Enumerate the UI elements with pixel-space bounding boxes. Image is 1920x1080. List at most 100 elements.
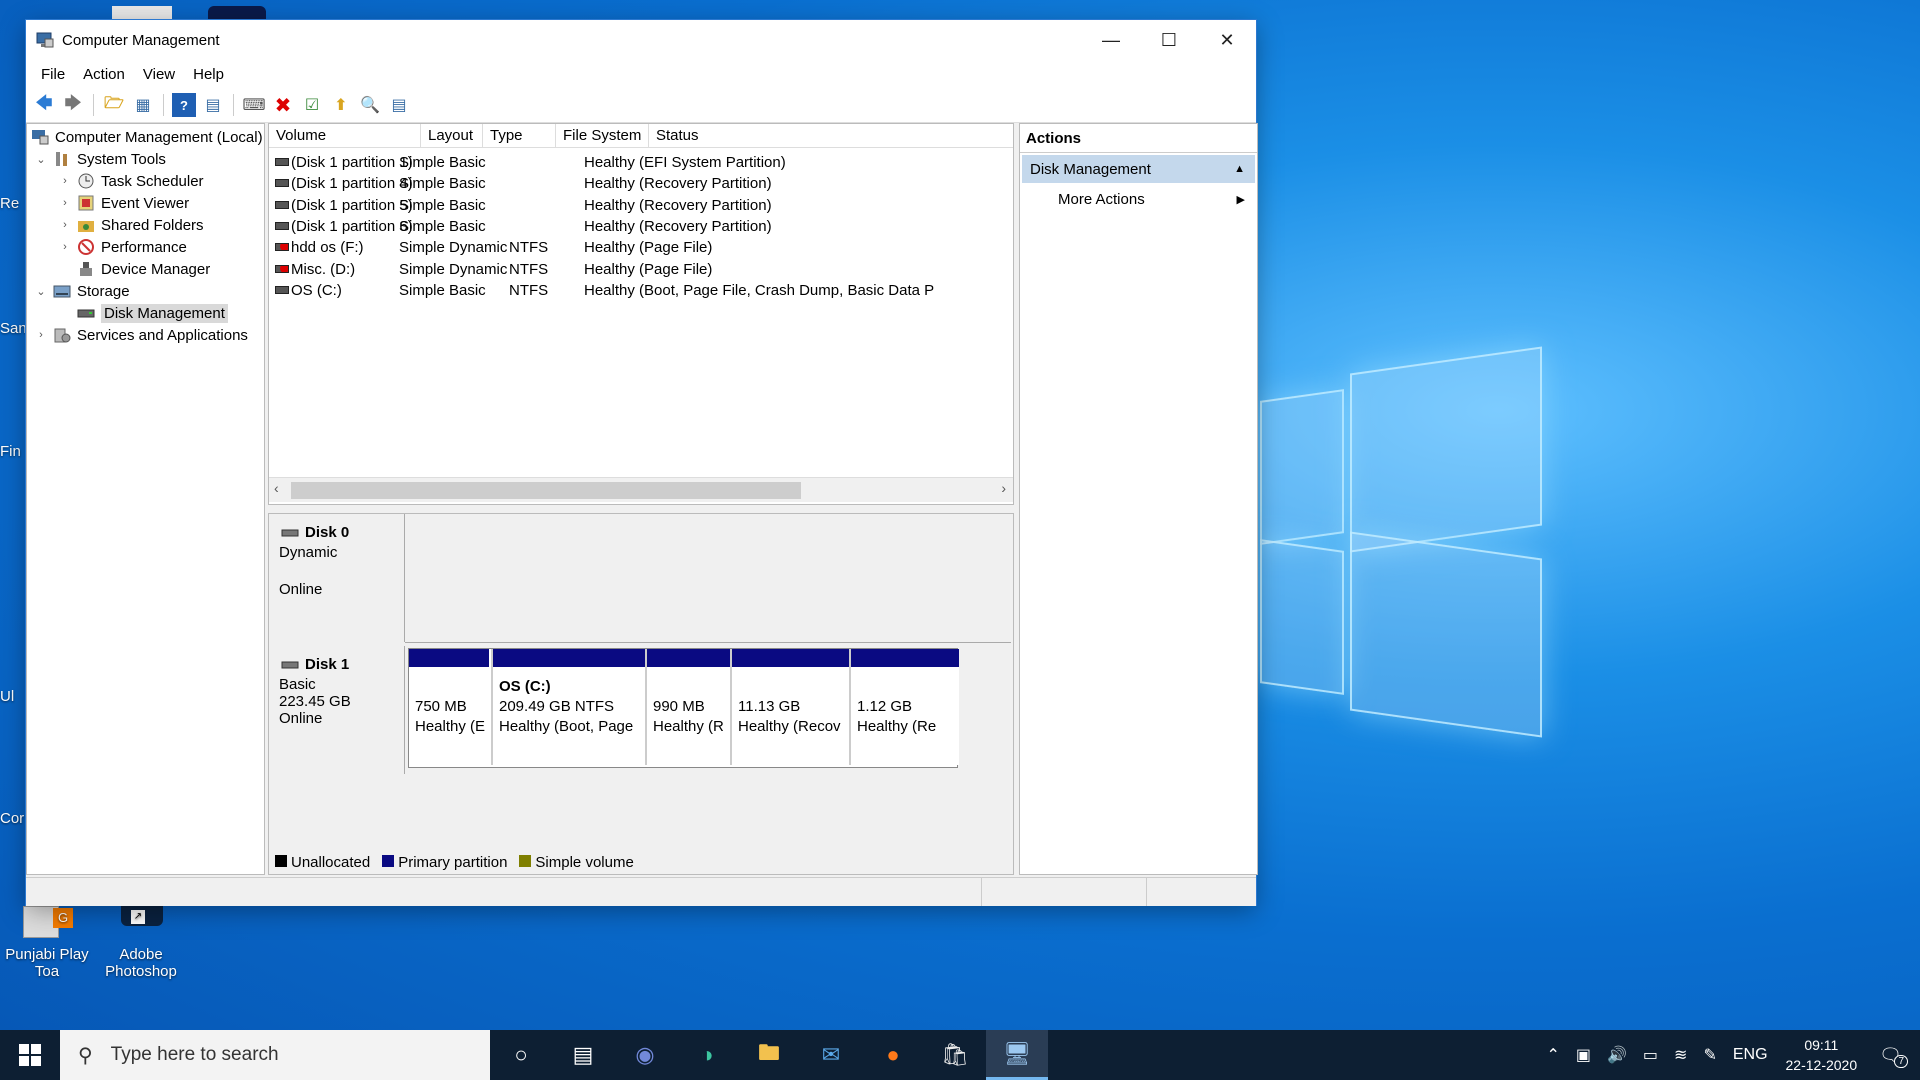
tree-device-manager[interactable]: Device Manager [59,258,210,280]
cell-status: Healthy (EFI System Partition) [584,154,786,171]
firefox-icon[interactable]: ● [862,1030,924,1080]
desktop-icon-top-1[interactable] [112,6,172,20]
desktop-label-2[interactable]: San [0,320,27,337]
chevron-up-icon[interactable]: ⌃ [1546,1045,1559,1065]
disk1-label[interactable]: Disk 1 Basic 223.45 GB Online [269,646,405,774]
language-indicator[interactable]: ENG [1733,1046,1768,1064]
actions-header: Actions [1020,124,1257,153]
scroll-right-icon[interactable]: › [1001,480,1006,496]
disk1-partition-3[interactable]: 990 MB Healthy (R [645,649,730,765]
cell-fs: NTFS [509,281,549,299]
properties-icon[interactable]: ☑ [300,93,324,117]
scroll-thumb[interactable] [291,482,801,499]
chevron-right-icon[interactable]: › [59,197,71,209]
edge-icon[interactable]: ◑ [676,1030,738,1080]
battery-icon[interactable]: ▭ [1643,1045,1658,1065]
computer-management-icon [36,32,54,48]
export-icon[interactable]: ⬆ [329,93,353,117]
tree-disk-management[interactable]: Disk Management [59,302,228,324]
cortana-icon[interactable]: ○ [490,1030,552,1080]
desktop-label-3[interactable]: Fin [0,443,21,460]
show-hide-tree-icon[interactable]: ▦ [131,93,155,117]
close-button[interactable]: ✕ [1198,20,1256,60]
menu-help[interactable]: Help [184,66,233,83]
scroll-left-icon[interactable]: ‹ [274,480,279,496]
horizontal-scrollbar[interactable]: ‹ › [269,477,1013,502]
tree-task-scheduler[interactable]: › Task Scheduler [59,170,203,192]
disk0-label[interactable]: Disk 0 Dynamic Online [269,514,405,642]
file-explorer-icon[interactable]: 🖿 [738,1030,800,1080]
menu-action[interactable]: Action [74,66,134,83]
desktop-icon-top-2[interactable] [208,6,266,20]
table-row[interactable]: hdd os (F:) Simple Dynamic NTFS Healthy (Pag… [269,237,1013,258]
mail-icon[interactable]: ✉ [800,1030,862,1080]
table-row[interactable]: (Disk 1 partition 6) Simple Basic Healthy (… [269,216,1013,237]
volume-icon [275,158,289,166]
table-row[interactable]: (Disk 1 partition 4) Simple Basic Healthy (… [269,173,1013,194]
column-header-type[interactable]: Type [483,124,556,148]
store-icon[interactable]: 🛍 [924,1030,986,1080]
discord-icon[interactable]: ◉ [614,1030,676,1080]
tree-performance[interactable]: › Performance [59,236,187,258]
column-header-filesystem[interactable]: File System [556,124,649,148]
wifi-icon[interactable]: ≋ [1674,1045,1687,1065]
disk0-area[interactable] [405,514,1011,643]
chevron-right-icon[interactable]: › [35,329,47,341]
column-header-status[interactable]: Status [649,124,1013,148]
help-icon[interactable]: ? [172,93,196,117]
desktop-icon-punjabi-play[interactable]: G Punjabi Play Toa [2,900,92,980]
table-row[interactable]: OS (C:) Simple Basic NTFS Healthy (Boot, Pag… [269,280,1013,301]
table-row[interactable]: Misc. (D:) Simple Dynamic NTFS Healthy (Page… [269,259,1013,280]
column-header-volume[interactable]: Volume [269,124,421,148]
taskbar-search-box[interactable]: ⚲ Type here to search [60,1030,490,1080]
minimize-button[interactable]: — [1082,20,1140,60]
tree-services-applications[interactable]: › Services and Applications [35,324,248,346]
clock[interactable]: 09:11 22-12-2020 [1786,1035,1858,1075]
desktop-label-4[interactable]: Ul [0,688,14,705]
action-pane-icon[interactable]: ▤ [201,93,225,117]
disk1-partition-os-c[interactable]: OS (C:) 209.49 GB NTFS Healthy (Boot, Page [491,649,645,765]
tree-system-tools[interactable]: ⌄ System Tools [35,148,166,170]
disk0-name: Disk 0 [305,524,350,541]
up-folder-icon[interactable]: 🗁 [102,93,126,117]
collapse-up-icon[interactable]: ▲ [1234,163,1245,175]
delete-icon[interactable]: ✖ [271,93,295,117]
task-view-icon[interactable]: ▤ [552,1030,614,1080]
desktop-icon-adobe-photoshop[interactable]: ↗ Adobe Photoshop [96,900,186,980]
title-bar[interactable]: Computer Management — ☐ ✕ [26,20,1256,60]
pen-icon[interactable]: ✎ [1703,1045,1716,1065]
chevron-right-icon[interactable]: › [59,241,71,253]
disk1-partition-4[interactable]: 11.13 GB Healthy (Recov [730,649,849,765]
disk1-partition-5[interactable]: 1.12 GB Healthy (Re [849,649,959,765]
back-arrow-icon[interactable]: 🡄 [32,93,56,117]
start-button[interactable] [0,1030,60,1080]
disk1-partition-1[interactable]: 750 MB Healthy (E [409,649,489,765]
tree-shared-folders[interactable]: › Shared Folders [59,214,203,236]
volume-icon[interactable]: 🔊 [1607,1045,1627,1065]
view-icon[interactable]: ▤ [387,93,411,117]
meet-now-icon[interactable]: ▣ [1576,1045,1591,1065]
disk0-type: Dynamic [279,544,338,561]
table-row[interactable]: (Disk 1 partition 1) Simple Basic Healthy (… [269,152,1013,173]
chevron-down-icon[interactable]: ⌄ [35,285,47,298]
connect-icon[interactable]: ⌨ [242,93,266,117]
search-folder-icon[interactable]: 🔍 [358,93,382,117]
more-actions[interactable]: More Actions ▶ [1020,185,1257,213]
tree-event-viewer[interactable]: › Event Viewer [59,192,189,214]
chevron-right-icon[interactable]: › [59,219,71,231]
chevron-right-icon[interactable]: › [59,175,71,187]
menu-view[interactable]: View [134,66,184,83]
actions-disk-management[interactable]: Disk Management ▲ [1022,155,1255,183]
tree-storage[interactable]: ⌄ Storage [35,280,129,302]
tree-root[interactable]: Computer Management (Local) [31,126,263,148]
chevron-down-icon[interactable]: ⌄ [35,153,47,166]
forward-arrow-icon[interactable]: 🡆 [61,93,85,117]
desktop-label-1[interactable]: Re [0,195,19,212]
desktop-label-5[interactable]: Cor [0,810,24,827]
notification-center-icon[interactable]: 🗨 7 [1879,1045,1908,1068]
computer-management-taskbar-icon[interactable]: 🖥 [986,1030,1048,1080]
table-row[interactable]: (Disk 1 partition 5) Simple Basic Healthy (… [269,195,1013,216]
menu-file[interactable]: File [32,66,74,83]
column-header-layout[interactable]: Layout [421,124,483,148]
maximize-button[interactable]: ☐ [1140,20,1198,60]
